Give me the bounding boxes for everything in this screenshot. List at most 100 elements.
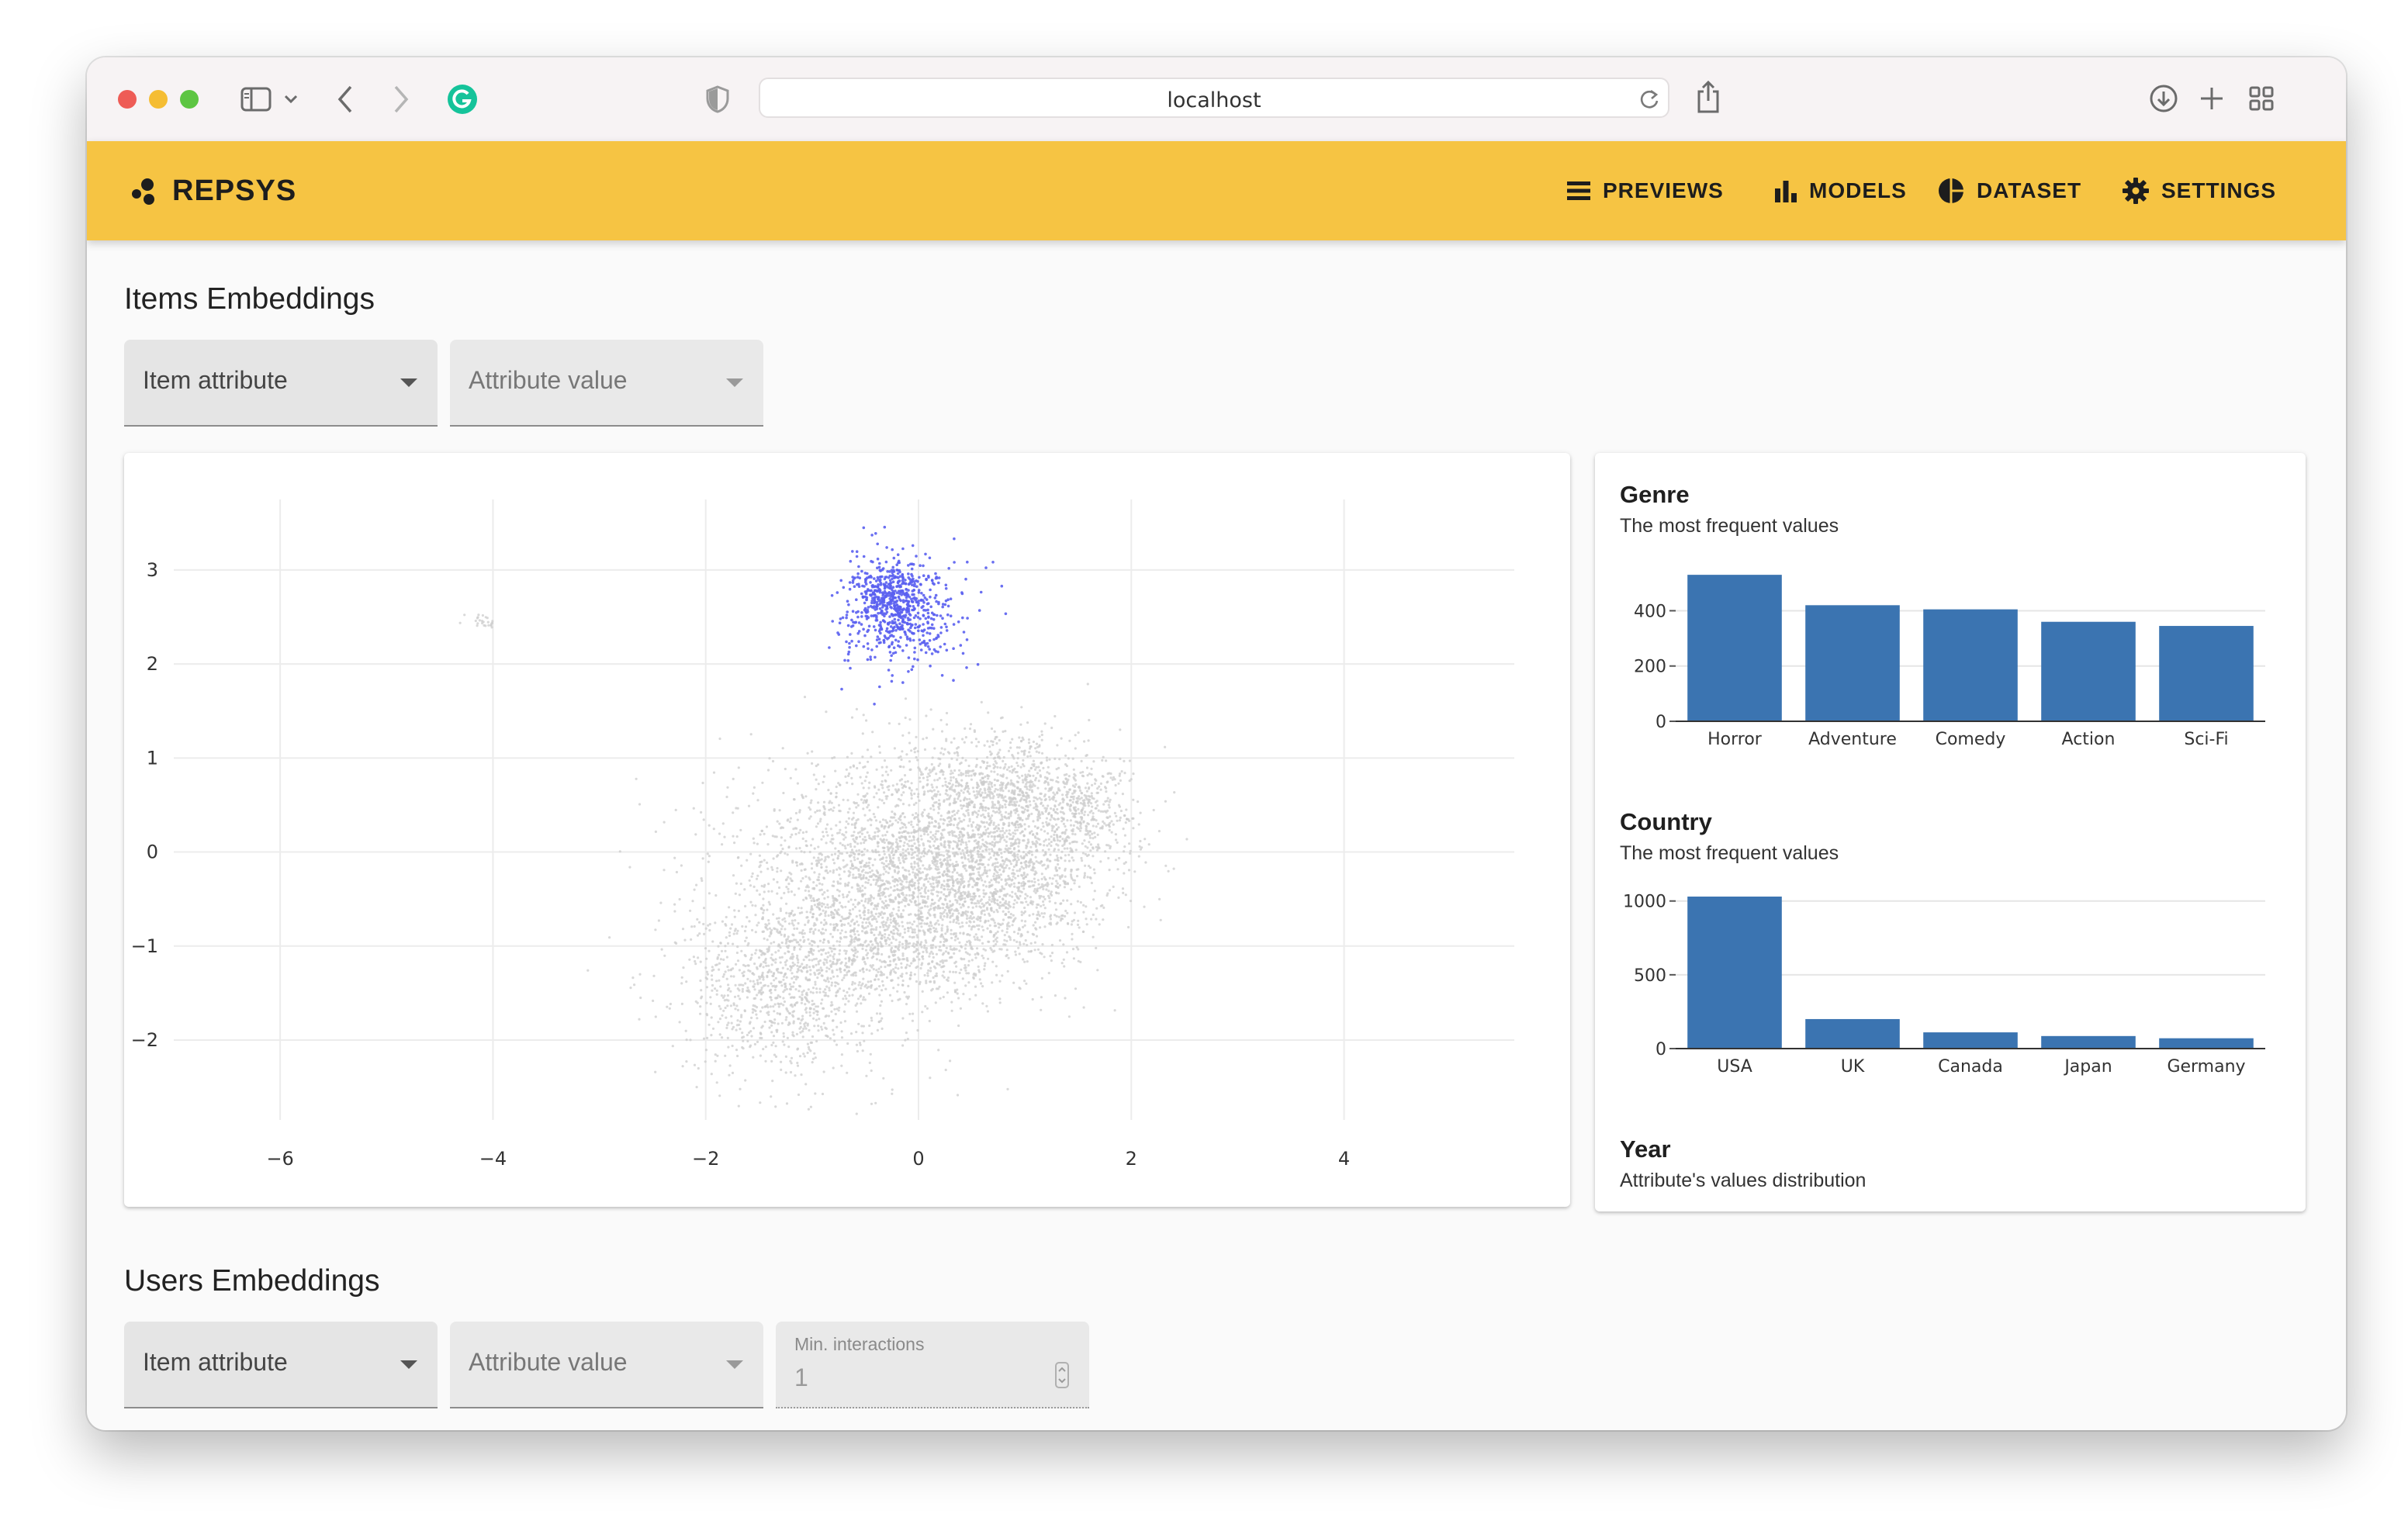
scatter-point[interactable] — [825, 842, 828, 845]
scatter-point[interactable] — [832, 955, 835, 958]
scatter-point[interactable] — [1090, 881, 1093, 885]
scatter-point[interactable] — [853, 859, 856, 862]
scatter-point[interactable] — [892, 835, 895, 838]
scatter-point[interactable] — [849, 935, 852, 938]
scatter-point[interactable] — [1025, 900, 1028, 904]
scatter-point[interactable] — [1002, 904, 1005, 907]
scatter-point[interactable] — [780, 836, 784, 839]
scatter-point[interactable] — [825, 831, 829, 834]
scatter-point[interactable] — [788, 914, 791, 918]
scatter-point[interactable] — [910, 862, 913, 866]
scatter-point[interactable] — [731, 1044, 734, 1048]
scatter-point[interactable] — [818, 929, 821, 932]
scatter-point[interactable] — [744, 1079, 747, 1082]
scatter-point[interactable] — [998, 804, 1002, 807]
scatter-point[interactable] — [832, 809, 835, 812]
scatter-point[interactable] — [938, 945, 942, 949]
scatter-point[interactable] — [941, 918, 944, 921]
scatter-point[interactable] — [931, 898, 934, 901]
scatter-point[interactable] — [702, 818, 705, 821]
scatter-point[interactable] — [941, 828, 944, 831]
scatter-point[interactable] — [993, 730, 996, 733]
scatter-point[interactable] — [998, 808, 1001, 811]
scatter-point[interactable] — [671, 1045, 674, 1048]
scatter-point[interactable] — [825, 961, 829, 964]
scatter-point[interactable] — [1060, 918, 1064, 921]
scatter-point[interactable] — [711, 989, 714, 992]
scatter-point[interactable] — [911, 1019, 914, 1022]
scatter-point[interactable] — [804, 875, 808, 878]
scatter-point[interactable] — [1079, 829, 1082, 832]
scatter-point[interactable] — [845, 831, 848, 834]
scatter-point[interactable] — [1040, 904, 1043, 907]
scatter-point[interactable] — [1042, 900, 1045, 904]
scatter-point[interactable] — [929, 708, 932, 711]
scatter-point[interactable] — [1057, 892, 1060, 895]
scatter-point[interactable] — [728, 934, 732, 938]
scatter-point[interactable] — [879, 879, 882, 882]
scatter-point[interactable] — [946, 785, 949, 788]
scatter-point[interactable] — [1144, 861, 1147, 864]
scatter-point[interactable] — [813, 871, 816, 874]
scatter-point[interactable] — [992, 806, 995, 810]
scatter-point[interactable] — [888, 847, 891, 850]
scatter-point[interactable] — [825, 823, 829, 826]
scatter-point[interactable] — [985, 780, 988, 783]
scatter-point[interactable] — [758, 977, 761, 980]
scatter-point[interactable] — [764, 1045, 767, 1049]
scatter-point[interactable] — [1002, 834, 1005, 837]
scatter-point[interactable] — [864, 871, 867, 874]
scatter-point[interactable] — [1008, 900, 1011, 904]
scatter-point[interactable] — [942, 773, 945, 776]
scatter-point[interactable] — [787, 883, 791, 886]
scatter-point[interactable] — [988, 858, 991, 861]
scatter-point[interactable] — [964, 900, 967, 904]
scatter-point[interactable] — [919, 859, 922, 862]
scatter-point[interactable] — [926, 779, 929, 782]
scatter-point[interactable] — [813, 904, 816, 907]
scatter-point[interactable] — [708, 1023, 711, 1026]
scatter-point[interactable] — [767, 922, 770, 925]
scatter-point[interactable] — [998, 806, 1002, 809]
scatter-point[interactable] — [899, 883, 902, 886]
scatter-point[interactable] — [731, 1071, 735, 1074]
scatter-point[interactable] — [877, 876, 880, 880]
scatter-point[interactable] — [898, 831, 901, 835]
scatter-point[interactable] — [775, 968, 778, 971]
scatter-point[interactable] — [722, 973, 726, 976]
scatter-point[interactable] — [874, 875, 877, 878]
scatter-point[interactable] — [908, 889, 912, 892]
scatter-point[interactable] — [887, 848, 890, 852]
scatter-point[interactable] — [864, 897, 867, 900]
scatter-point[interactable] — [836, 968, 839, 972]
scatter-point[interactable] — [1123, 845, 1126, 848]
scatter-point[interactable] — [800, 931, 804, 935]
scatter-point[interactable] — [920, 838, 923, 841]
scatter-point[interactable] — [727, 983, 730, 987]
scatter-point[interactable] — [799, 828, 802, 831]
scatter-point[interactable] — [817, 845, 820, 848]
scatter-point[interactable] — [1003, 838, 1006, 842]
scatter-point[interactable] — [1021, 779, 1025, 782]
scatter-point[interactable] — [759, 988, 763, 991]
scatter-point[interactable] — [1009, 847, 1012, 850]
scatter-point[interactable] — [1018, 849, 1021, 853]
scatter-point[interactable] — [941, 883, 944, 886]
scatter-point[interactable] — [971, 833, 974, 836]
scatter-point[interactable] — [674, 808, 677, 811]
scatter-point[interactable] — [789, 877, 792, 880]
scatter-point[interactable] — [1122, 828, 1125, 831]
scatter-point[interactable] — [805, 994, 809, 997]
scatter-point[interactable] — [988, 775, 991, 778]
scatter-point[interactable] — [784, 984, 787, 987]
scatter-point[interactable] — [1048, 900, 1051, 903]
scatter-point[interactable] — [902, 844, 905, 847]
scatter-point[interactable] — [824, 988, 827, 991]
scatter-point[interactable] — [948, 906, 951, 909]
scatter-point[interactable] — [887, 785, 891, 788]
scatter-point[interactable] — [915, 940, 919, 943]
scatter-point[interactable] — [725, 915, 728, 919]
scatter-point[interactable] — [1012, 875, 1015, 878]
scatter-point[interactable] — [902, 791, 905, 794]
scatter-point[interactable] — [884, 870, 887, 873]
